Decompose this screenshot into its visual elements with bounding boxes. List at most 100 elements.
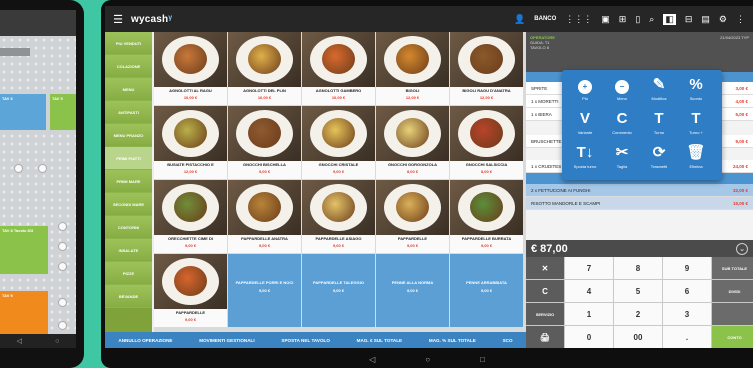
product-tile[interactable]: AGNOLOTTI AL RAGU 10,00 €: [154, 32, 227, 105]
category-item[interactable]: MENU: [105, 78, 152, 101]
keypad-key[interactable]: 00: [614, 326, 662, 348]
calc-icon[interactable]: ⊟: [685, 14, 693, 25]
hamburger-icon[interactable]: ☰: [105, 13, 131, 26]
phone-icon[interactable]: ▯: [635, 14, 640, 25]
user-icon[interactable]: 👤: [514, 14, 525, 25]
keypad-key[interactable]: 4: [565, 280, 613, 302]
keypad-key[interactable]: 9: [663, 257, 711, 279]
keypad-key[interactable]: 0: [565, 326, 613, 348]
category-item[interactable]: PIU VENDUTI: [105, 32, 152, 55]
chart-icon[interactable]: ▤: [701, 14, 710, 25]
product-tile[interactable]: GNOCCHI GORGONZOLA 8,00 €: [376, 106, 449, 179]
chevron-down-icon[interactable]: ⌄: [736, 242, 748, 255]
product-tile[interactable]: PAPPARDELLE TALEGGIO 9,00 €: [302, 254, 375, 327]
transmit-icon: ⟳: [652, 144, 666, 161]
popup-action[interactable]: + Più: [570, 76, 600, 101]
category-item[interactable]: BEVANDE: [105, 285, 152, 308]
popup-action[interactable]: T↓ Sposta turno: [570, 144, 600, 169]
popup-action-label: Modifica: [651, 96, 667, 101]
product-tile[interactable]: BIGOLI RAGU D'ANATRA 12,00 €: [450, 32, 523, 105]
action-button[interactable]: MOVIMENTI GESTIONALI: [199, 338, 254, 343]
product-tile[interactable]: PAPPARDELLE ASIAGO 9,00 €: [302, 180, 375, 253]
category-item-selected[interactable]: PRIMI PIATTI: [105, 147, 152, 170]
popup-action-label: Trasmetti: [650, 164, 668, 169]
popup-action[interactable]: − Meno: [607, 76, 637, 101]
product-tile[interactable]: PAPPARDELLE 9,00 €: [154, 254, 227, 327]
keypad-key[interactable]: ✕: [526, 257, 564, 279]
keypad-key[interactable]: SUB TOTALE: [712, 257, 753, 279]
product-tile[interactable]: PAPPARDELLE 9,00 €: [376, 180, 449, 253]
keypad-key[interactable]: CONTO: [712, 326, 753, 348]
banco-label[interactable]: BANCO: [534, 16, 556, 22]
popup-action[interactable]: V Variante: [570, 110, 600, 135]
category-item[interactable]: ANTIPASTI: [105, 101, 152, 124]
table-icon[interactable]: ▣: [601, 14, 610, 25]
category-item[interactable]: SECONDI MARE: [105, 193, 152, 216]
product-tile[interactable]: AGNOLOTTI DEL PLIN 10,00 €: [228, 32, 301, 105]
popup-action[interactable]: ✎ Modifica: [644, 76, 674, 101]
gear-icon[interactable]: ⚙: [719, 14, 727, 25]
search-icon[interactable]: ⌕: [649, 14, 654, 25]
action-button[interactable]: SPOSTA NEL TAVOLO: [281, 338, 330, 343]
keypad-key[interactable]: 7: [565, 257, 613, 279]
action-button[interactable]: MAG. € SUL TOTALE: [357, 338, 402, 343]
keypad-key[interactable]: 1: [565, 303, 613, 325]
square-icon[interactable]: ◧: [663, 13, 676, 25]
product-tile[interactable]: GNOCCHI CRISTALE 9,00 €: [302, 106, 375, 179]
keypad-key[interactable]: C: [526, 280, 564, 302]
product-price: 9,00 €: [258, 288, 271, 293]
product-tile[interactable]: BUSIATE PISTACCHIO E 12,00 €: [154, 106, 227, 179]
popup-action[interactable]: % Sconto: [681, 76, 711, 101]
popup-action[interactable]: T Turno +: [681, 110, 711, 135]
keypad-key[interactable]: 2: [614, 303, 662, 325]
home-icon[interactable]: ○: [425, 355, 430, 364]
action-button[interactable]: ANNULLO OPERAZIONE: [118, 338, 172, 343]
more-icon[interactable]: ⋮: [736, 14, 745, 25]
keypad-key[interactable]: 🖨: [526, 326, 564, 348]
product-price: 10,00 €: [257, 95, 272, 100]
gift-icon[interactable]: ⊞: [619, 14, 627, 25]
keypad-key[interactable]: DIVIDI: [712, 280, 753, 302]
popup-action[interactable]: ⟳ Trasmetti: [644, 144, 674, 169]
order-row-selected[interactable]: 2 x FETTUCCINE AI FUNGHI 32,00 €: [526, 184, 753, 197]
order-row[interactable]: RISOTTO MANDORLE E SCAMPI 15,00 €: [526, 197, 753, 210]
keypad-key[interactable]: 5: [614, 280, 662, 302]
product-tile[interactable]: AGNOLOTTI GAMBERO 10,00 €: [302, 32, 375, 105]
back-icon[interactable]: ◁: [17, 337, 22, 345]
popup-action[interactable]: ✂ Taglia: [607, 144, 637, 169]
back-icon[interactable]: ◁: [369, 355, 375, 364]
table-block[interactable]: TAV 6: [0, 94, 46, 130]
action-button[interactable]: MAG. % SUL TOTALE: [429, 338, 476, 343]
table-block[interactable]: TAV 8 Tavolo 8/3: [0, 226, 48, 274]
popup-action[interactable]: C Commento: [607, 110, 637, 135]
category-item[interactable]: INSALATE: [105, 239, 152, 262]
product-tile[interactable]: GNOCCHI SALSICCIA 8,00 €: [450, 106, 523, 179]
product-tile[interactable]: GNOCCHI BISCHELLA 9,00 €: [228, 106, 301, 179]
grid-icon[interactable]: ⋮⋮⋮: [565, 14, 592, 25]
category-item[interactable]: MENU PRANZO: [105, 124, 152, 147]
keypad-key[interactable]: [712, 303, 753, 325]
popup-action[interactable]: T Turno: [644, 110, 674, 135]
product-tile[interactable]: ORECCHIETTE CIME DI 9,00 €: [154, 180, 227, 253]
category-item[interactable]: CONTORNI: [105, 216, 152, 239]
chair: [58, 222, 67, 231]
category-item[interactable]: PIZZE: [105, 262, 152, 285]
keypad-key[interactable]: 6: [663, 280, 711, 302]
popup-action[interactable]: 🗑 Elimina: [681, 144, 711, 169]
keypad-key[interactable]: SERVIZIO: [526, 303, 564, 325]
category-item[interactable]: COLAZIONE: [105, 55, 152, 78]
keypad-key[interactable]: 3: [663, 303, 711, 325]
keypad-key[interactable]: 8: [614, 257, 662, 279]
action-button[interactable]: SCO: [503, 338, 513, 343]
product-tile[interactable]: BIGOLI 12,00 €: [376, 32, 449, 105]
product-tile[interactable]: PAPPARDELLE ANATRA 9,00 €: [228, 180, 301, 253]
keypad-key[interactable]: .: [663, 326, 711, 348]
product-tile[interactable]: PAPPARDELLE PORRI E NOCI 9,00 €: [228, 254, 301, 327]
product-tile[interactable]: PENNE ALLA NORMA 9,00 €: [376, 254, 449, 327]
product-tile[interactable]: PENNE ARRABBIATA 9,00 €: [450, 254, 523, 327]
category-item[interactable]: PRIMI MARE: [105, 170, 152, 193]
table-block[interactable]: TAV 9: [50, 94, 76, 130]
recent-apps-icon[interactable]: □: [480, 355, 485, 364]
home-icon[interactable]: ○: [55, 338, 59, 345]
product-tile[interactable]: PAPPARDELLE BURRATA 9,00 €: [450, 180, 523, 253]
